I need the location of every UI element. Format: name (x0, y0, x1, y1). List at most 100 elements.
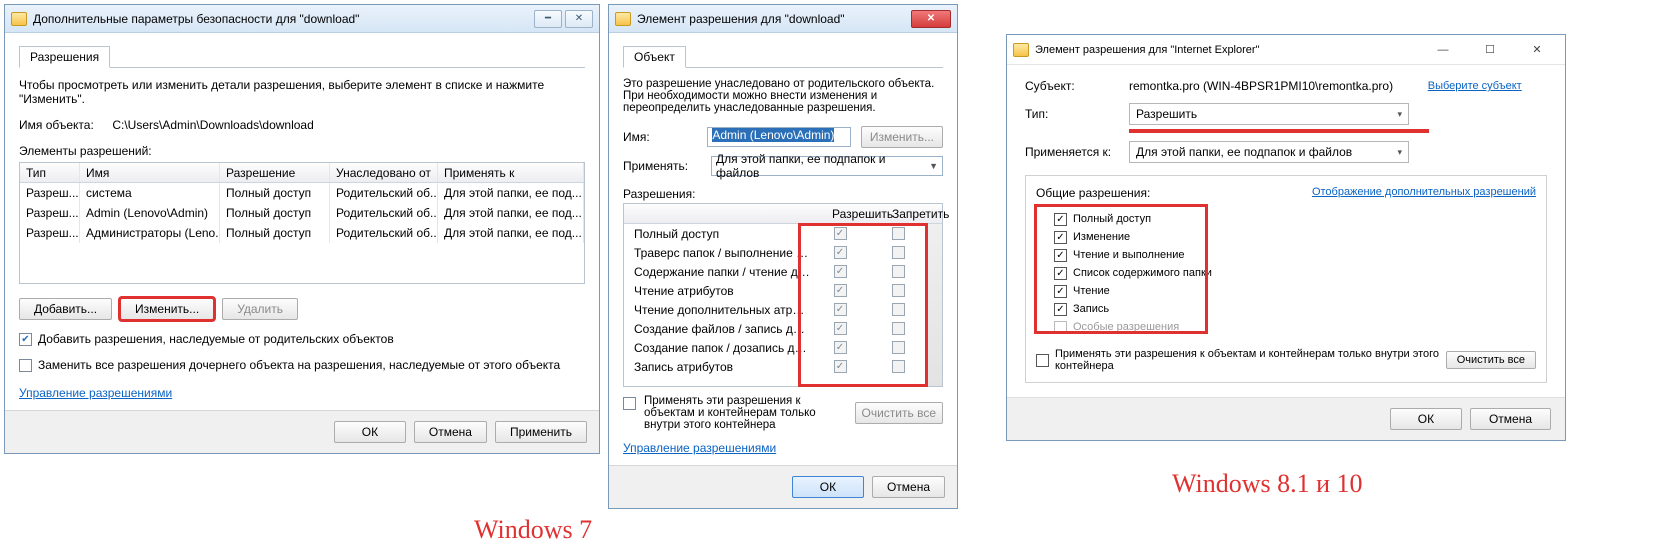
win7-permission-entry-dialog: Элемент разрешения для "download" ✕ Объе… (608, 4, 958, 509)
window-title: Элемент разрешения для "Internet Explore… (1035, 44, 1421, 56)
titlebar[interactable]: Элемент разрешения для "download" ✕ (609, 5, 957, 33)
apply-only-within-checkbox[interactable] (1036, 354, 1049, 367)
tab-object[interactable]: Объект (623, 46, 686, 68)
deny-checkbox[interactable] (892, 246, 905, 259)
cell-c2: Admin (Lenovo\Admin) (80, 203, 220, 223)
edit-button[interactable]: Изменить... (120, 298, 214, 320)
ok-button[interactable]: ОК (792, 476, 864, 498)
permission-name: Полный доступ (1073, 213, 1151, 225)
permission-checkbox[interactable]: ✓ (1054, 231, 1067, 244)
deny-checkbox[interactable] (892, 303, 905, 316)
permission-entries-table[interactable]: Тип Имя Разрешение Унаследовано от Приме… (19, 162, 585, 284)
cell-c4: Родительский об... (330, 223, 438, 243)
cell-c3: Полный доступ (220, 203, 330, 223)
clear-all-button[interactable]: Очистить все (1446, 351, 1536, 369)
col-applies-to[interactable]: Применять к (438, 163, 584, 182)
ok-button[interactable]: ОК (334, 421, 406, 443)
manage-permissions-link[interactable]: Управление разрешениями (19, 386, 172, 400)
permission-row: Особые разрешения (1054, 318, 1212, 336)
apply-button[interactable]: Применить (495, 421, 587, 443)
table-row[interactable]: Разреш...Admin (Lenovo\Admin)Полный дост… (20, 203, 584, 223)
titlebar[interactable]: Элемент разрешения для "Internet Explore… (1007, 35, 1565, 65)
deny-header: Запретить (886, 207, 942, 221)
permission-name: Траверс папок / выполнение файлов (634, 246, 810, 260)
win10-permission-entry-dialog: Элемент разрешения для "Internet Explore… (1006, 34, 1566, 441)
col-type[interactable]: Тип (20, 163, 80, 182)
permission-row: Создание папок / дозапись данных✓ (624, 338, 926, 357)
permissions-list: Разрешить Запретить Полный доступ✓Травер… (623, 203, 943, 387)
permission-name: Чтение атрибутов (634, 284, 810, 298)
allow-checkbox[interactable]: ✓ (834, 265, 847, 278)
permission-checkbox[interactable]: ✓ (1054, 267, 1067, 280)
cell-c3: Полный доступ (220, 183, 330, 203)
select-subject-link[interactable]: Выберите субъект (1428, 80, 1522, 92)
deny-checkbox[interactable] (892, 322, 905, 335)
caption-win10: Windows 8.1 и 10 (1172, 469, 1363, 499)
close-button[interactable]: ✕ (565, 10, 593, 28)
close-button[interactable]: ✕ (1515, 36, 1559, 64)
cancel-button[interactable]: Отмена (414, 421, 487, 443)
replace-child-label: Заменить все разрешения дочернего объект… (38, 358, 560, 372)
allow-checkbox[interactable]: ✓ (834, 246, 847, 259)
permission-name: Изменение (1073, 231, 1130, 243)
ok-button[interactable]: ОК (1390, 408, 1462, 430)
close-button[interactable]: ✕ (911, 10, 951, 28)
apply-to-dropdown[interactable]: Для этой папки, ее подпапок и файлов ▼ (711, 156, 943, 176)
tab-permissions[interactable]: Разрешения (19, 46, 110, 68)
deny-checkbox[interactable] (892, 360, 905, 373)
allow-checkbox[interactable]: ✓ (834, 322, 847, 335)
deny-checkbox[interactable] (892, 284, 905, 297)
clear-all-button: Очистить все (855, 402, 943, 424)
permission-row: ✓ Полный доступ (1054, 210, 1212, 228)
applies-to-dropdown[interactable]: Для этой папки, ее подпапок и файлов ▾ (1129, 141, 1409, 163)
col-permission[interactable]: Разрешение (220, 163, 330, 182)
allow-checkbox[interactable]: ✓ (834, 341, 847, 354)
chevron-down-icon: ▾ (1397, 109, 1402, 120)
include-inheritable-checkbox[interactable]: ✔ (19, 333, 32, 346)
window-title: Дополнительные параметры безопасности дл… (33, 12, 534, 26)
permission-checkbox[interactable]: ✓ (1054, 303, 1067, 316)
allow-checkbox[interactable]: ✓ (834, 303, 847, 316)
allow-checkbox[interactable]: ✓ (834, 360, 847, 373)
add-button[interactable]: Добавить... (19, 298, 112, 320)
type-dropdown[interactable]: Разрешить ▾ (1129, 103, 1409, 125)
permission-name: Чтение (1073, 285, 1110, 297)
permission-checkbox (1054, 321, 1067, 334)
deny-checkbox[interactable] (892, 341, 905, 354)
permission-checkbox[interactable]: ✓ (1054, 213, 1067, 226)
permission-checkbox[interactable]: ✓ (1054, 249, 1067, 262)
titlebar[interactable]: Дополнительные параметры безопасности дл… (5, 5, 599, 33)
table-row[interactable]: Разреш...Администраторы (Leno...Полный д… (20, 223, 584, 243)
cell-c3: Полный доступ (220, 223, 330, 243)
subject-value: remontka.pro (WIN-4BPSR1PMI10\remontka.p… (1129, 79, 1393, 93)
allow-checkbox[interactable]: ✓ (834, 284, 847, 297)
permission-name: Чтение дополнительных атрибутов (634, 303, 810, 317)
col-name[interactable]: Имя (80, 163, 220, 182)
chevron-down-icon: ▼ (929, 161, 938, 171)
highlight-annotation (1129, 129, 1429, 133)
permission-name: Чтение и выполнение (1073, 249, 1185, 261)
permission-row: Чтение дополнительных атрибутов ✓ (624, 300, 926, 319)
minimize-button[interactable]: ━ (534, 10, 562, 28)
deny-checkbox[interactable] (892, 227, 905, 240)
name-input[interactable]: Admin (Lenovo\Admin) (707, 127, 850, 147)
cancel-button[interactable]: Отмена (1470, 408, 1551, 430)
apply-only-within-checkbox[interactable] (623, 397, 636, 410)
show-advanced-permissions-link[interactable]: Отображение дополнительных разрешений (1312, 186, 1536, 200)
allow-checkbox[interactable]: ✓ (834, 227, 847, 240)
manage-permissions-link[interactable]: Управление разрешениями (623, 441, 776, 455)
cancel-button[interactable]: Отмена (872, 476, 945, 498)
allow-header: Разрешить (826, 207, 886, 221)
table-row[interactable]: Разреш...системаПолный доступРодительски… (20, 183, 584, 203)
scrollbar[interactable] (926, 224, 942, 386)
col-inherited-from[interactable]: Унаследовано от (330, 163, 438, 182)
cell-c5: Для этой папки, ее под... (438, 183, 584, 203)
minimize-button[interactable]: — (1421, 36, 1465, 64)
include-inheritable-label: Добавить разрешения, наследуемые от роди… (38, 332, 394, 346)
permission-checkbox[interactable]: ✓ (1054, 285, 1067, 298)
deny-checkbox[interactable] (892, 265, 905, 278)
cell-c1: Разреш... (20, 183, 80, 203)
replace-child-checkbox[interactable] (19, 359, 32, 372)
apply-only-within-label: Применять эти разрешения к объектам и ко… (1055, 348, 1440, 372)
maximize-button[interactable]: ☐ (1468, 36, 1512, 64)
